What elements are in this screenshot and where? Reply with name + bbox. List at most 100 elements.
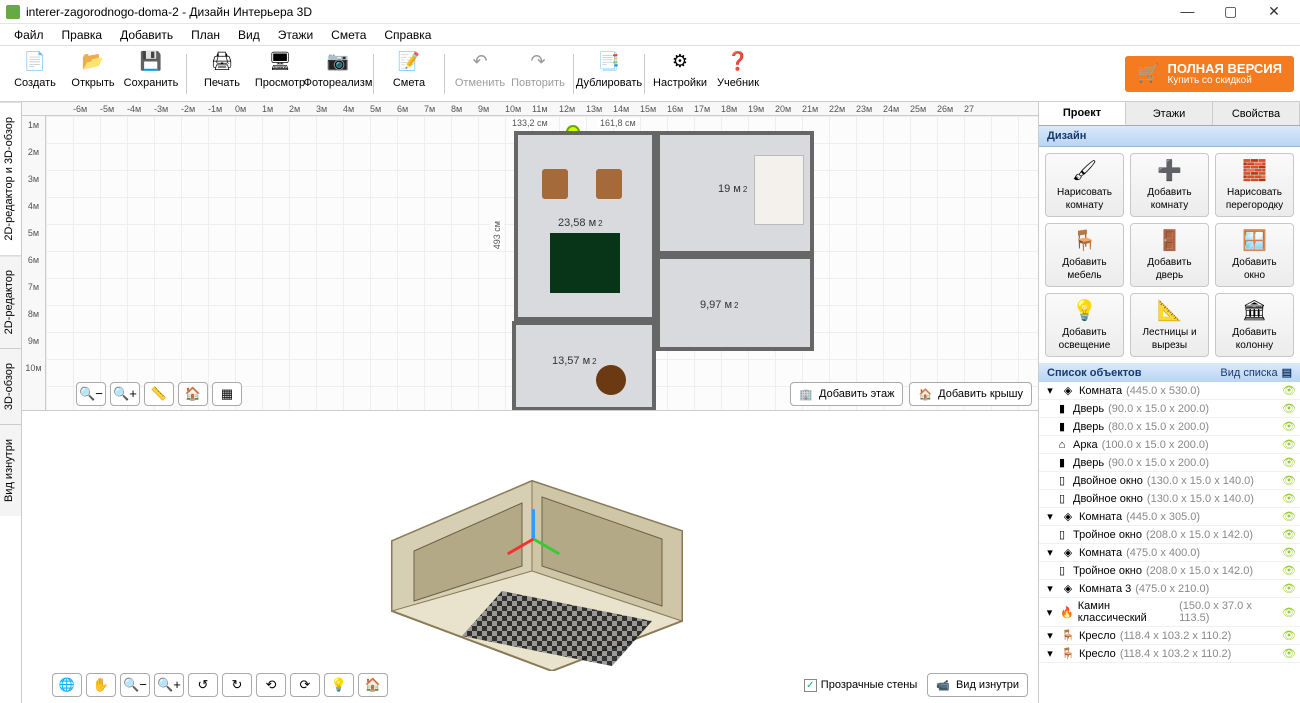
object-row[interactable]: ▮Дверь (90.0 x 15.0 x 200.0)👁 [1039,400,1300,418]
menu-файл[interactable]: Файл [6,26,52,44]
object-list[interactable]: ▾◈Комната (445.0 x 530.0)👁▮Дверь (90.0 x… [1039,382,1300,703]
visibility-icon[interactable]: 👁 [1282,564,1296,577]
preview-tool-button[interactable]: ↻ [222,673,252,697]
design-мебель[interactable]: 🪑Добавитьмебель [1045,223,1124,287]
view-tab-0[interactable]: 2D-редактор и 3D-обзор [0,102,21,255]
preview-tool-button[interactable]: 🌐 [52,673,82,697]
menu-справка[interactable]: Справка [376,26,439,44]
view-tab-3[interactable]: Вид изнутри [0,424,21,516]
expand-icon[interactable]: ▾ [1043,546,1057,559]
preview-tool-button[interactable]: ↺ [188,673,218,697]
plan-2d-view[interactable]: 1м2м3м4м5м6м7м8м9м10м 133,2 см 161,8 см … [22,116,1038,410]
visibility-icon[interactable]: 👁 [1282,546,1296,559]
visibility-icon[interactable]: 👁 [1282,582,1296,595]
plan-canvas[interactable]: 133,2 см 161,8 см 493 см 23,58 м2 19 м2 [46,116,1038,410]
expand-icon[interactable]: ▾ [1043,647,1057,660]
visibility-icon[interactable]: 👁 [1282,606,1296,619]
visibility-icon[interactable]: 👁 [1282,528,1296,541]
design-вырезы[interactable]: 📐Лестницы ивырезы [1130,293,1209,357]
room-1[interactable]: 23,58 м2 [514,131,656,321]
expand-icon[interactable]: ▾ [1043,606,1056,619]
object-row[interactable]: ▯Двойное окно (130.0 x 15.0 x 140.0)👁 [1039,472,1300,490]
visibility-icon[interactable]: 👁 [1282,402,1296,415]
visibility-icon[interactable]: 👁 [1282,420,1296,433]
toolbar-печать[interactable]: 🖨Печать [193,49,251,99]
design-освещение[interactable]: 💡Добавитьосвещение [1045,293,1124,357]
view-tab-1[interactable]: 2D-редактор [0,255,21,348]
menu-вид[interactable]: Вид [230,26,268,44]
object-row[interactable]: ▾◈Комната 3 (475.0 x 210.0)👁 [1039,580,1300,598]
expand-icon[interactable]: ▾ [1043,582,1057,595]
expand-icon[interactable]: ▾ [1043,510,1057,523]
room-4[interactable]: 13,57 м2 [512,321,656,411]
transparent-walls-checkbox[interactable]: ✓Прозрачные стены [804,679,917,692]
visibility-icon[interactable]: 👁 [1282,456,1296,469]
visibility-icon[interactable]: 👁 [1282,492,1296,505]
toolbar-смета[interactable]: 📝Смета [380,49,438,99]
plan-tool-button[interactable]: 🔍− [76,382,106,406]
plan-add-button[interactable]: 🏠Добавить крышу [909,382,1032,406]
object-row[interactable]: ▾◈Комната (445.0 x 305.0)👁 [1039,508,1300,526]
preview-3d-view[interactable]: 🌐✋🔍−🔍+↺↻⟲⟳💡🏠 ✓Прозрачные стены 📹 Вид изн… [22,410,1038,703]
inside-view-button[interactable]: 📹 Вид изнутри [927,673,1028,697]
object-row[interactable]: ▾◈Комната (445.0 x 530.0)👁 [1039,382,1300,400]
menu-смета[interactable]: Смета [323,26,374,44]
room-3[interactable]: 9,97 м2 [656,255,814,351]
object-row[interactable]: ▮Дверь (80.0 x 15.0 x 200.0)👁 [1039,418,1300,436]
expand-icon[interactable]: ▾ [1043,384,1057,397]
list-icon[interactable]: ▤ [1282,366,1292,379]
menu-правка[interactable]: Правка [54,26,111,44]
object-row[interactable]: ▾🔥Камин классический (150.0 x 37.0 x 113… [1039,598,1300,627]
view-tab-2[interactable]: 3D-обзор [0,348,21,424]
object-row[interactable]: ▾🪑Кресло (118.4 x 103.2 x 110.2)👁 [1039,645,1300,663]
toolbar-просмотр[interactable]: 🖥Просмотр [251,49,309,99]
right-tab-Этажи[interactable]: Этажи [1126,102,1213,125]
preview-tool-button[interactable]: ⟲ [256,673,286,697]
design-перегородку[interactable]: 🧱Нарисоватьперегородку [1215,153,1294,217]
preview-tool-button[interactable]: 🔍+ [154,673,184,697]
object-row[interactable]: ▯Двойное окно (130.0 x 15.0 x 140.0)👁 [1039,490,1300,508]
object-row[interactable]: ⌂Арка (100.0 x 15.0 x 200.0)👁 [1039,436,1300,454]
preview-tool-button[interactable]: 🏠 [358,673,388,697]
right-tab-Проект[interactable]: Проект [1039,102,1126,125]
toolbar-учебник[interactable]: ❓Учебник [709,49,767,99]
visibility-icon[interactable]: 👁 [1282,474,1296,487]
visibility-icon[interactable]: 👁 [1282,647,1296,660]
toolbar-фотореализм[interactable]: 📷Фотореализм [309,49,367,99]
design-комнату[interactable]: ➕Добавитькомнату [1130,153,1209,217]
menu-добавить[interactable]: Добавить [112,26,181,44]
toolbar-открыть[interactable]: 📂Открыть [64,49,122,99]
plan-add-button[interactable]: 🏢Добавить этаж [790,382,903,406]
plan-tool-button[interactable]: ▦ [212,382,242,406]
toolbar-сохранить[interactable]: 💾Сохранить [122,49,180,99]
maximize-button[interactable]: ▢ [1211,0,1251,24]
buy-full-version-button[interactable]: 🛒 ПОЛНАЯ ВЕРСИЯ Купить со скидкой [1125,56,1294,92]
plan-tool-button[interactable]: 📏 [144,382,174,406]
preview-tool-button[interactable]: 💡 [324,673,354,697]
toolbar-дублировать[interactable]: 📑Дублировать [580,49,638,99]
minimize-button[interactable]: — [1167,0,1207,23]
preview-tool-button[interactable]: ✋ [86,673,116,697]
object-row[interactable]: ▮Дверь (90.0 x 15.0 x 200.0)👁 [1039,454,1300,472]
object-row[interactable]: ▾🪑Кресло (118.4 x 103.2 x 110.2)👁 [1039,627,1300,645]
right-tab-Свойства[interactable]: Свойства [1213,102,1300,125]
view-mode-label[interactable]: Вид списка [1220,367,1277,379]
visibility-icon[interactable]: 👁 [1282,510,1296,523]
plan-tool-button[interactable]: 🔍+ [110,382,140,406]
design-колонну[interactable]: 🏛Добавитьколонну [1215,293,1294,357]
design-окно[interactable]: 🪟Добавитьокно [1215,223,1294,287]
object-row[interactable]: ▯Тройное окно (208.0 x 15.0 x 142.0)👁 [1039,562,1300,580]
preview-tool-button[interactable]: 🔍− [120,673,150,697]
close-button[interactable]: ✕ [1254,0,1294,24]
preview-tool-button[interactable]: ⟳ [290,673,320,697]
visibility-icon[interactable]: 👁 [1282,384,1296,397]
menu-этажи[interactable]: Этажи [270,26,321,44]
expand-icon[interactable]: ▾ [1043,629,1057,642]
design-дверь[interactable]: 🚪Добавитьдверь [1130,223,1209,287]
visibility-icon[interactable]: 👁 [1282,438,1296,451]
toolbar-настройки[interactable]: ⚙Настройки [651,49,709,99]
design-комнату[interactable]: 🖌Нарисоватькомнату [1045,153,1124,217]
toolbar-создать[interactable]: 📄Создать [6,49,64,99]
visibility-icon[interactable]: 👁 [1282,629,1296,642]
plan-tool-button[interactable]: 🏠 [178,382,208,406]
